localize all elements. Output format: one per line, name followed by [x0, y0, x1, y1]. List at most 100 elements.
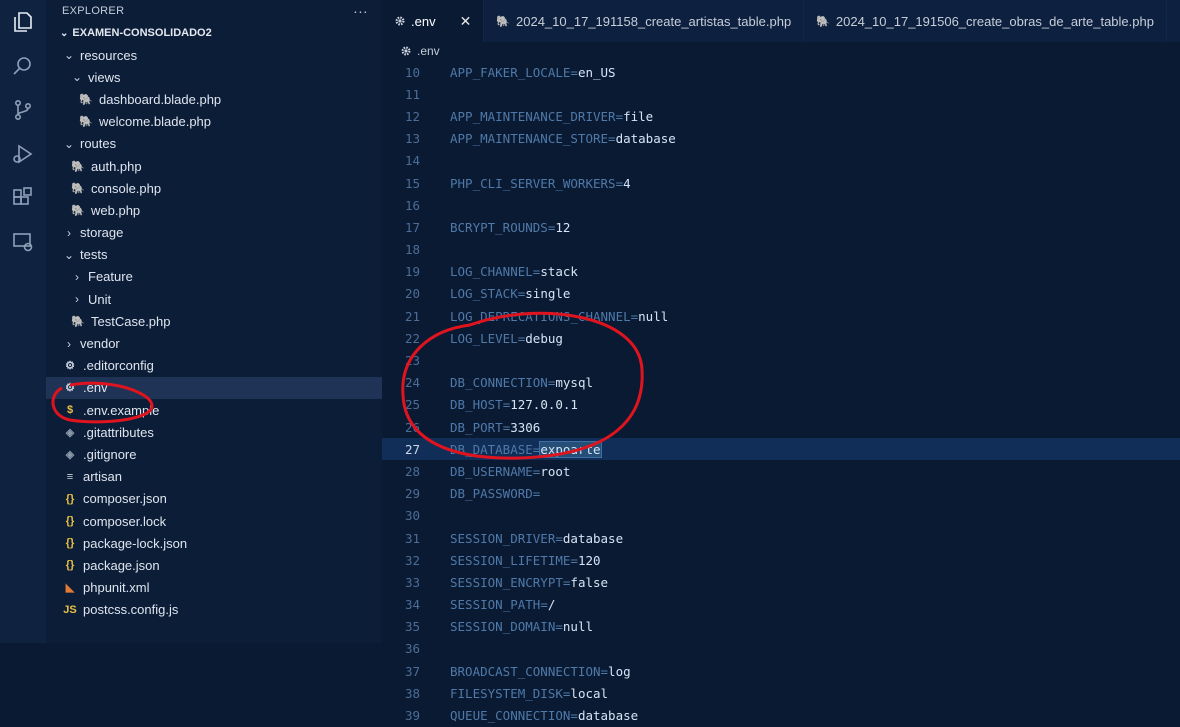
code-line[interactable]: 16 — [382, 194, 1180, 216]
code-line[interactable]: 14 — [382, 150, 1180, 172]
tree-item[interactable]: ⌄ resources — [46, 44, 382, 66]
tree-item[interactable]: ◈ .gitattributes — [46, 421, 382, 443]
env-key: DB_HOST — [450, 397, 503, 413]
equals-sign: = — [570, 708, 578, 724]
code-line[interactable]: 12 APP_MAINTENANCE_DRIVER = file — [382, 105, 1180, 127]
tab-artistas-migration[interactable]: 🐘 2024_10_17_191158_create_artistas_tabl… — [484, 0, 805, 42]
tree-item[interactable]: 🐘 console.php — [46, 177, 382, 199]
env-value: file — [623, 108, 654, 124]
tree-item[interactable]: ⌄ views — [46, 66, 382, 88]
tree-item[interactable]: {} composer.json — [46, 488, 382, 510]
env-key: SESSION_DOMAIN — [450, 619, 556, 635]
env-key: BCRYPT_ROUNDS — [450, 219, 548, 235]
code-line[interactable]: 30 — [382, 505, 1180, 527]
code-line[interactable]: 29 DB_PASSWORD = — [382, 483, 1180, 505]
code-line[interactable]: 38 FILESYSTEM_DISK = local — [382, 682, 1180, 704]
tree-item[interactable]: › Feature — [46, 266, 382, 288]
chevron-down-icon: ⌄ — [71, 70, 83, 85]
tree-item[interactable]: 🐘 TestCase.php — [46, 310, 382, 332]
more-actions-button[interactable]: ··· — [353, 3, 368, 19]
tree-item[interactable]: 🐘 auth.php — [46, 155, 382, 177]
project-folder-header[interactable]: ⌄ EXAMEN-CONSOLIDADO2 — [46, 22, 382, 44]
equals-sign: = — [532, 486, 541, 502]
activity-bar — [0, 0, 47, 643]
tree-item[interactable]: ⚙ .env — [46, 376, 382, 399]
tree-item[interactable]: › storage — [46, 222, 382, 244]
remote-explorer-icon[interactable] — [0, 220, 46, 264]
source-control-icon[interactable] — [0, 88, 46, 132]
breadcrumb[interactable]: .env — [382, 42, 440, 60]
chevron-right-icon: › — [75, 269, 79, 284]
code-line[interactable]: 23 — [382, 349, 1180, 371]
rss-icon: ◣ — [65, 582, 75, 595]
equals-sign: = — [532, 264, 541, 280]
tree-item[interactable]: › vendor — [46, 332, 382, 354]
tree-item[interactable]: ⌄ tests — [46, 244, 382, 266]
env-key: FILESYSTEM_DISK — [450, 685, 563, 701]
line-number: 16 — [404, 197, 420, 213]
code-editor[interactable]: 10 APP_FAKER_LOCALE = en_US 11 12 APP_MAINTENA… — [382, 61, 1180, 727]
code-line[interactable]: 39 QUEUE_CONNECTION = database — [382, 704, 1180, 726]
equals-sign: = — [600, 663, 609, 679]
tree-item[interactable]: › Unit — [46, 288, 382, 310]
code-line[interactable]: 13 APP_MAINTENANCE_STORE = database — [382, 128, 1180, 150]
code-line[interactable]: 18 — [382, 239, 1180, 261]
env-value: 4 — [623, 175, 631, 191]
code-line[interactable]: 20 LOG_STACK = single — [382, 283, 1180, 305]
code-line[interactable]: 21 LOG_DEPRECATIONS_CHANNEL = null — [382, 305, 1180, 327]
env-key: SESSION_ENCRYPT — [450, 574, 563, 590]
explorer-icon[interactable] — [0, 0, 46, 44]
code-line[interactable]: 31 SESSION_DRIVER = database — [382, 527, 1180, 549]
equals-sign: = — [562, 685, 571, 701]
code-line[interactable]: 36 — [382, 638, 1180, 660]
tree-item[interactable]: ◈ .gitignore — [46, 443, 382, 465]
env-key: DB_USERNAME — [450, 463, 533, 479]
search-icon[interactable] — [0, 44, 46, 88]
lines-icon: ≡ — [66, 470, 74, 483]
code-line[interactable]: 35 SESSION_DOMAIN = null — [382, 616, 1180, 638]
tree-item[interactable]: ≡ artisan — [46, 466, 382, 488]
code-line[interactable]: 32 SESSION_LIFETIME = 120 — [382, 549, 1180, 571]
code-line[interactable]: 10 APP_FAKER_LOCALE = en_US — [382, 61, 1180, 83]
line-number: 26 — [404, 419, 420, 435]
close-icon[interactable]: ✕ — [460, 13, 472, 30]
tree-item[interactable]: JS postcss.config.js — [46, 599, 382, 621]
equals-sign: = — [555, 530, 563, 546]
code-line[interactable]: 11 — [382, 83, 1180, 105]
tree-item[interactable]: ⌄ routes — [46, 133, 382, 155]
tree-item[interactable]: {} package-lock.json — [46, 532, 382, 554]
code-line[interactable]: 24 DB_CONNECTION = mysql — [382, 372, 1180, 394]
line-number: 23 — [404, 353, 420, 369]
env-value: 12 — [555, 219, 571, 235]
tree-item-label: composer.json — [83, 491, 167, 507]
tree-item-label: artisan — [83, 469, 123, 485]
code-line[interactable]: 28 DB_USERNAME = root — [382, 460, 1180, 482]
env-key: DB_PASSWORD — [450, 486, 533, 502]
code-line[interactable]: 34 SESSION_PATH = / — [382, 594, 1180, 616]
tree-item[interactable]: 🐘 welcome.blade.php — [46, 111, 382, 133]
tree-item[interactable]: ⚙ .editorconfig — [46, 355, 382, 377]
code-line[interactable]: 26 DB_PORT = 3306 — [382, 416, 1180, 438]
code-line[interactable]: 17 BCRYPT_ROUNDS = 12 — [382, 216, 1180, 238]
code-line[interactable]: 33 SESSION_ENCRYPT = false — [382, 571, 1180, 593]
code-line[interactable]: 15 PHP_CLI_SERVER_WORKERS = 4 — [382, 172, 1180, 194]
tree-item[interactable]: 🐘 dashboard.blade.php — [46, 88, 382, 110]
tree-item[interactable]: ◣ phpunit.xml — [46, 577, 382, 599]
line-number: 28 — [404, 463, 420, 479]
tree-item[interactable]: {} composer.lock — [46, 510, 382, 532]
code-line[interactable]: 27 DB_DATABASE = expoarte — [382, 438, 1180, 461]
tree-item[interactable]: {} package.json — [46, 554, 382, 576]
tree-item[interactable]: 🐘 web.php — [46, 199, 382, 221]
code-line[interactable]: 22 LOG_LEVEL = debug — [382, 327, 1180, 349]
code-line[interactable]: 19 LOG_CHANNEL = stack — [382, 261, 1180, 283]
extensions-icon[interactable] — [0, 176, 46, 220]
run-debug-icon[interactable] — [0, 132, 46, 176]
tree-item[interactable]: $ .env.example — [46, 399, 382, 421]
code-line[interactable]: 25 DB_HOST = 127.0.0.1 — [382, 394, 1180, 416]
tab-obras-migration[interactable]: 🐘 2024_10_17_191506_create_obras_de_arte… — [804, 0, 1167, 42]
line-number: 19 — [404, 264, 420, 280]
code-line[interactable]: 37 BROADCAST_CONNECTION = log — [382, 660, 1180, 682]
tab-env[interactable]: .env ✕ — [382, 0, 485, 42]
env-value: / — [547, 597, 556, 613]
explorer-header: EXPLORER ··· — [46, 0, 382, 22]
